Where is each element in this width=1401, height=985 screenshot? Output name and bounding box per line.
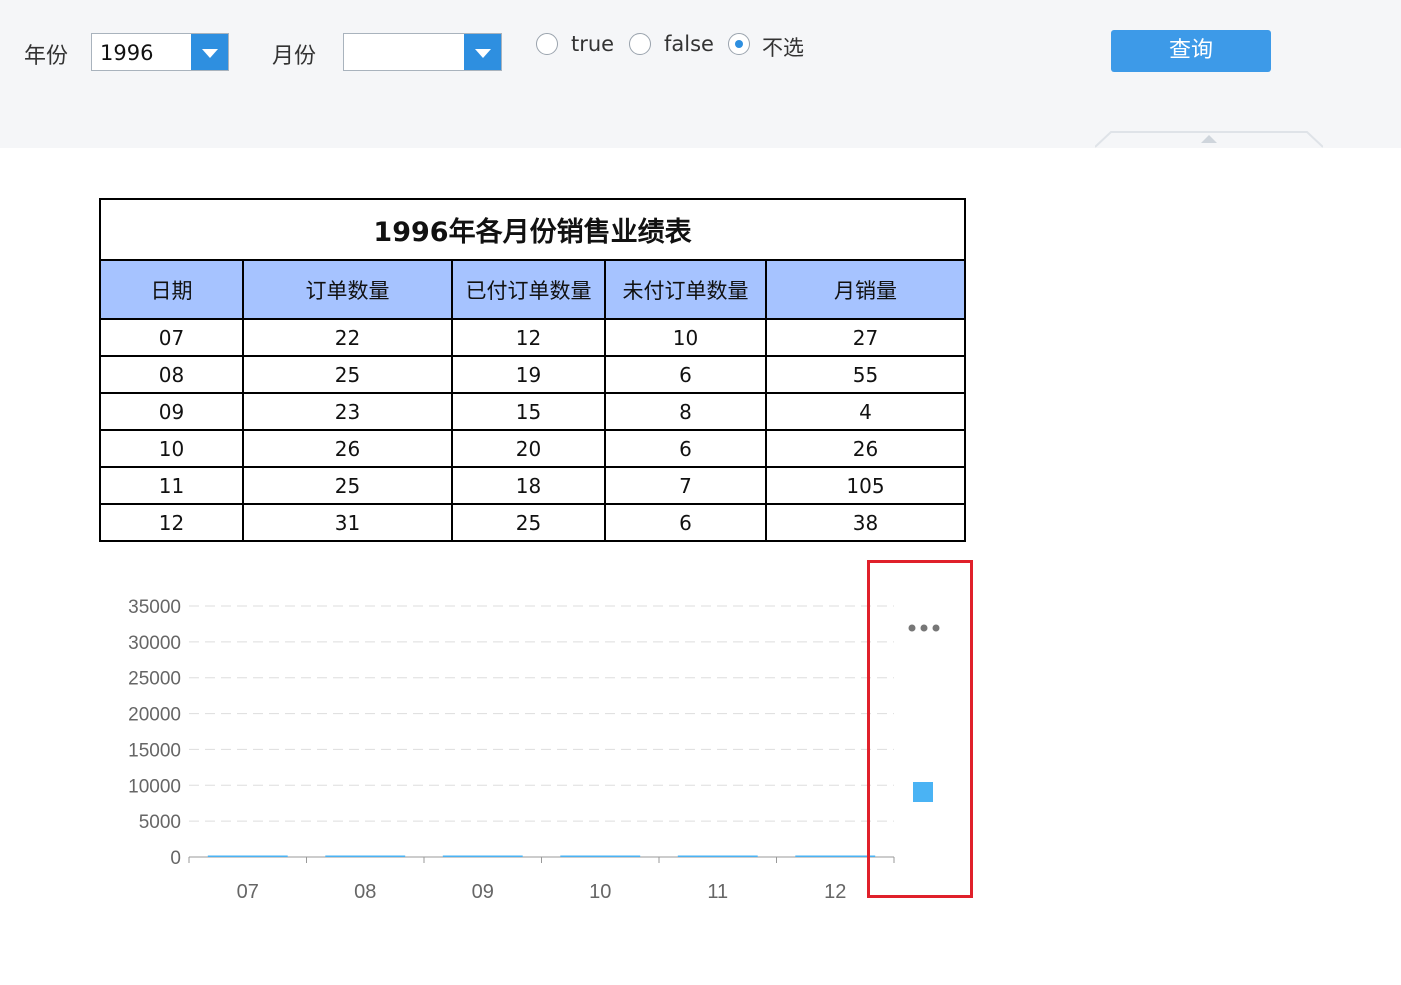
bar xyxy=(442,855,523,857)
table-cell: 15 xyxy=(451,392,606,431)
sales-report-table: 1996年各月份销售业绩表 日期 订单数量 已付订单数量 未付订单数量 月销量 … xyxy=(99,198,966,542)
x-tick-label: 12 xyxy=(824,881,846,903)
y-tick-label: 0 xyxy=(170,848,181,869)
table-cell: 07 xyxy=(99,318,244,357)
radio-none-label: 不选 xyxy=(762,36,804,60)
table-cell: 10 xyxy=(604,318,767,357)
radio-true-label: true xyxy=(571,32,615,56)
bar xyxy=(677,855,758,857)
table-cell: 10 xyxy=(99,429,244,468)
month-select[interactable] xyxy=(343,33,502,71)
year-select[interactable]: 1996 xyxy=(91,33,229,71)
collapse-arrow-icon[interactable] xyxy=(1095,130,1323,148)
year-select-value: 1996 xyxy=(100,41,154,65)
table-cell: 19 xyxy=(451,355,606,394)
table-cell: 38 xyxy=(765,503,966,542)
table-header-row: 日期 订单数量 已付订单数量 未付订单数量 月销量 xyxy=(99,259,966,320)
bar xyxy=(560,855,641,857)
column-header: 月销量 xyxy=(765,259,966,320)
month-label: 月份 xyxy=(272,44,317,69)
x-tick-label: 07 xyxy=(237,881,259,903)
y-tick-label: 25000 xyxy=(128,669,181,690)
chevron-down-icon xyxy=(202,49,218,58)
radio-true[interactable] xyxy=(536,33,558,55)
table-cell: 8 xyxy=(604,392,767,431)
x-tick-label: 08 xyxy=(354,881,376,903)
table-row: 07 22 12 10 27 xyxy=(99,318,966,357)
column-header: 日期 xyxy=(99,259,244,320)
table-cell: 08 xyxy=(99,355,244,394)
table-cell: 26 xyxy=(765,429,966,468)
table-row: 10 26 20 6 26 xyxy=(99,429,966,468)
x-tick-label: 10 xyxy=(589,881,611,903)
radio-none[interactable] xyxy=(728,33,750,55)
table-cell: 4 xyxy=(765,392,966,431)
table-row: 11 25 18 7 105 xyxy=(99,466,966,505)
table-cell: 25 xyxy=(451,503,606,542)
table-cell: 25 xyxy=(242,355,453,394)
table-cell: 25 xyxy=(242,466,453,505)
bar xyxy=(325,855,406,857)
table-cell: 12 xyxy=(451,318,606,357)
y-tick-label: 30000 xyxy=(128,633,181,654)
y-tick-label: 5000 xyxy=(139,812,181,833)
table-cell: 09 xyxy=(99,392,244,431)
bar xyxy=(795,855,876,857)
bar xyxy=(207,855,288,857)
table-cell: 6 xyxy=(604,503,767,542)
table-cell: 11 xyxy=(99,466,244,505)
y-tick-label: 10000 xyxy=(128,776,181,797)
table-cell: 12 xyxy=(99,503,244,542)
radio-false[interactable] xyxy=(629,33,651,55)
sales-bar-chart: 35000 30000 25000 20000 15000 10000 5000 0 07 08 0… xyxy=(128,597,895,903)
table-row: 08 25 19 6 55 xyxy=(99,355,966,394)
table-cell: 6 xyxy=(604,355,767,394)
query-button[interactable]: 查询 xyxy=(1111,30,1271,72)
x-tick-label: 09 xyxy=(472,881,494,903)
chart-legend-highlight xyxy=(867,560,973,898)
table-cell: 20 xyxy=(451,429,606,468)
y-tick-label: 15000 xyxy=(128,740,181,761)
table-cell: 27 xyxy=(765,318,966,357)
table-cell: 55 xyxy=(765,355,966,394)
more-dots-icon[interactable] xyxy=(906,618,942,638)
year-label: 年份 xyxy=(24,44,69,69)
query-toolbar: 年份 1996 月份 true false 不选 查询 xyxy=(0,0,1401,148)
table-row: 12 31 25 6 38 xyxy=(99,503,966,542)
legend-swatch[interactable] xyxy=(913,782,933,802)
y-tick-label: 35000 xyxy=(128,597,181,618)
table-cell: 22 xyxy=(242,318,453,357)
radio-false-label: false xyxy=(664,32,714,56)
table-cell: 31 xyxy=(242,503,453,542)
report-title: 1996年各月份销售业绩表 xyxy=(99,198,966,261)
table-cell: 105 xyxy=(765,466,966,505)
table-cell: 23 xyxy=(242,392,453,431)
table-cell: 18 xyxy=(451,466,606,505)
table-cell: 6 xyxy=(604,429,767,468)
chevron-down-icon xyxy=(475,49,491,58)
column-header: 订单数量 xyxy=(242,259,453,320)
column-header: 已付订单数量 xyxy=(451,259,606,320)
table-row: 09 23 15 8 4 xyxy=(99,392,966,431)
x-tick-label: 11 xyxy=(707,881,728,903)
table-cell: 7 xyxy=(604,466,767,505)
year-dropdown-button[interactable] xyxy=(191,34,228,70)
table-cell: 26 xyxy=(242,429,453,468)
month-dropdown-button[interactable] xyxy=(464,34,501,70)
y-tick-label: 20000 xyxy=(128,705,181,726)
column-header: 未付订单数量 xyxy=(604,259,767,320)
